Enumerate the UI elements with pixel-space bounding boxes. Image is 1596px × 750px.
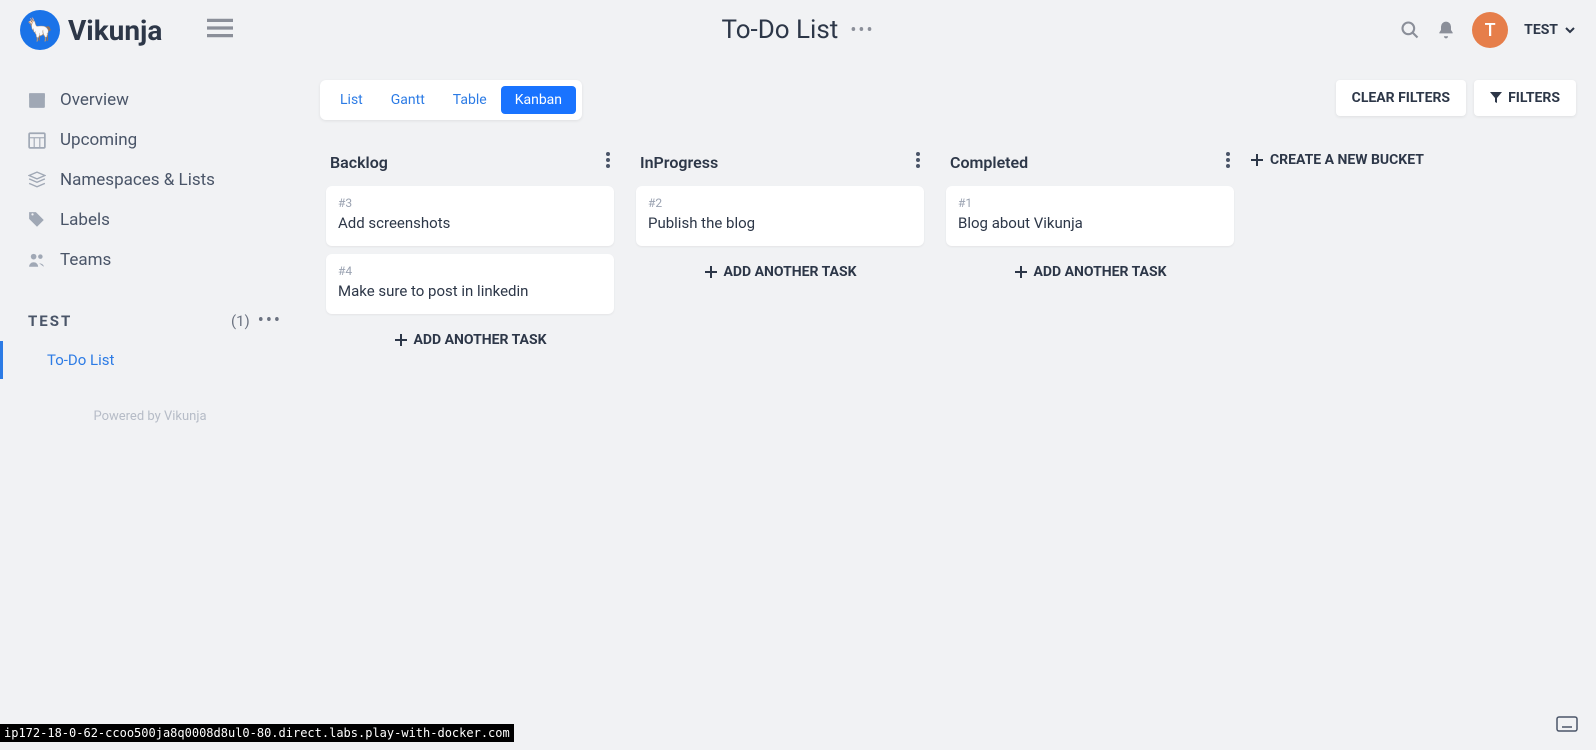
search-icon[interactable] <box>1400 20 1420 40</box>
filters-button[interactable]: FILTERS <box>1474 80 1576 116</box>
powered-by: Powered by Vikunja <box>0 409 300 424</box>
card-title: Make sure to post in linkedin <box>338 282 602 300</box>
tab-gantt[interactable]: Gantt <box>377 86 439 114</box>
keyboard-icon[interactable] <box>1556 716 1578 736</box>
card-id: #4 <box>338 264 602 278</box>
card-title: Add screenshots <box>338 214 602 232</box>
card-title: Blog about Vikunja <box>958 214 1222 232</box>
add-task-button[interactable]: ADD ANOTHER TASK <box>320 322 620 358</box>
namespace-title: TEST <box>28 312 72 330</box>
bucket: Backlog #3 Add screenshots #4 Make sure to p… <box>320 144 620 358</box>
menu-toggle-icon[interactable] <box>207 18 233 42</box>
view-switcher: List Gantt Table Kanban <box>320 80 582 120</box>
card-title: Publish the blog <box>648 214 912 232</box>
add-task-button[interactable]: ADD ANOTHER TASK <box>940 254 1240 290</box>
tab-kanban[interactable]: Kanban <box>501 86 576 114</box>
tab-list[interactable]: List <box>326 86 377 114</box>
kanban-card[interactable]: #2 Publish the blog <box>636 186 924 246</box>
bucket: InProgress #2 Publish the blog ADD ANOTHER … <box>630 144 930 290</box>
sidebar-item-upcoming[interactable]: Upcoming <box>0 120 300 160</box>
card-id: #1 <box>958 196 1222 210</box>
list-item-todo[interactable]: To-Do List <box>0 341 300 379</box>
bucket-menu-icon[interactable] <box>606 152 610 172</box>
namespace-menu-icon[interactable]: ••• <box>258 310 282 331</box>
sidebar-item-namespaces[interactable]: Namespaces & Lists <box>0 160 300 200</box>
avatar-initial: T <box>1485 20 1496 41</box>
bucket-title[interactable]: InProgress <box>640 153 718 172</box>
add-task-button[interactable]: ADD ANOTHER TASK <box>630 254 930 290</box>
page-menu-icon[interactable]: ••• <box>850 20 874 41</box>
clear-filters-button[interactable]: CLEAR FILTERS <box>1336 80 1466 116</box>
kanban-card[interactable]: #1 Blog about Vikunja <box>946 186 1234 246</box>
namespace-count: (1) <box>231 312 250 330</box>
page-title: To-Do List <box>721 15 838 45</box>
tab-table[interactable]: Table <box>439 86 501 114</box>
card-id: #3 <box>338 196 602 210</box>
list-item-label: To-Do List <box>47 351 114 369</box>
sidebar-item-teams[interactable]: Teams <box>0 240 300 280</box>
logo[interactable]: 🦙 Vikunja <box>20 10 162 50</box>
sidebar-item-label: Labels <box>60 210 110 230</box>
kanban-card[interactable]: #4 Make sure to post in linkedin <box>326 254 614 314</box>
sidebar-item-overview[interactable]: Overview <box>0 80 300 120</box>
logo-icon: 🦙 <box>20 10 60 50</box>
kanban-card[interactable]: #3 Add screenshots <box>326 186 614 246</box>
sidebar: Overview Upcoming Namespaces & Lists Lab… <box>0 60 300 750</box>
namespace-header[interactable]: TEST (1) ••• <box>0 292 300 341</box>
app-name: Vikunja <box>68 14 162 47</box>
calendar-grid-icon <box>28 131 46 149</box>
tags-icon <box>28 211 46 229</box>
bucket-title[interactable]: Backlog <box>330 153 388 172</box>
bucket: Completed #1 Blog about Vikunja ADD ANOTHER… <box>940 144 1240 290</box>
bucket-menu-icon[interactable] <box>916 152 920 172</box>
bucket-menu-icon[interactable] <box>1226 152 1230 172</box>
sidebar-item-label: Overview <box>60 90 129 110</box>
chevron-down-icon <box>1564 24 1576 36</box>
bell-icon[interactable] <box>1436 20 1456 40</box>
status-url: ip172-18-0-62-ccoo500ja8q0008d8ul0-80.di… <box>0 724 514 742</box>
users-icon <box>28 251 46 269</box>
user-name: TEST <box>1524 22 1558 38</box>
sidebar-item-labels[interactable]: Labels <box>0 200 300 240</box>
user-menu[interactable]: TEST <box>1524 22 1576 38</box>
sidebar-item-label: Upcoming <box>60 130 137 150</box>
layers-icon <box>28 171 46 189</box>
avatar[interactable]: T <box>1472 12 1508 48</box>
sidebar-item-label: Teams <box>60 250 111 270</box>
bucket-title[interactable]: Completed <box>950 153 1028 172</box>
filter-icon <box>1490 92 1502 104</box>
sidebar-item-label: Namespaces & Lists <box>60 170 215 190</box>
calendar-icon <box>28 91 46 109</box>
create-bucket-button[interactable]: CREATE A NEW BUCKET <box>1250 144 1424 176</box>
card-id: #2 <box>648 196 912 210</box>
